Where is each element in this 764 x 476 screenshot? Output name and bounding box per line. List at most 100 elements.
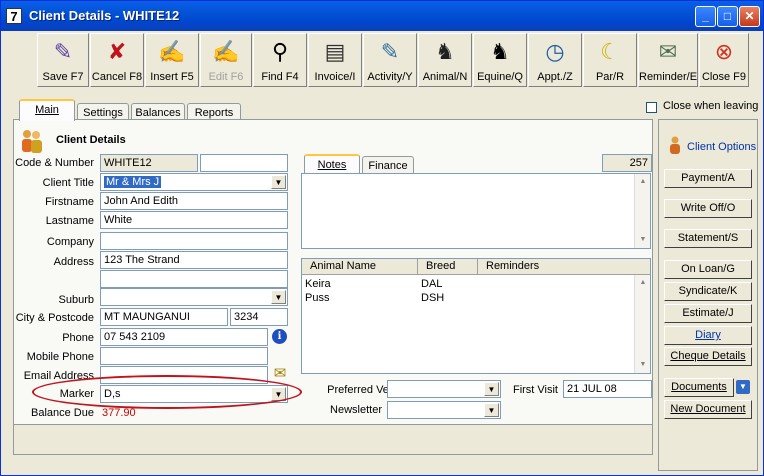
mobile-phone-label: Mobile Phone (26, 351, 94, 363)
par-r-button[interactable]: ☾ Par/R (583, 33, 637, 87)
client-title-label: Client Title (42, 177, 94, 189)
address-line1-field[interactable]: 123 The Strand (100, 251, 288, 269)
first-visit-label: First Visit (512, 384, 558, 396)
minimize-button[interactable]: _ (695, 6, 716, 27)
postcode-field[interactable]: 3234 (230, 308, 288, 326)
tab-main[interactable]: Main (19, 99, 75, 121)
breed-cell: DAL (421, 278, 443, 290)
city-field[interactable]: MT MAUNGANUI (100, 308, 228, 326)
code-field[interactable]: WHITE12 (100, 154, 198, 172)
insert-f5-button[interactable]: ✍ Insert F5 (145, 33, 199, 87)
animals-scrollbar[interactable]: ▲ ▼ (634, 275, 650, 373)
find-f4-button[interactable]: ⚲ Find F4 (253, 33, 307, 87)
statement-button[interactable]: Statement/S (664, 229, 752, 248)
title-bar[interactable]: 7 Client Details - WHITE12 _ □ ✕ (1, 1, 763, 31)
tab-main-label: Main (35, 104, 59, 116)
phone-label: Phone (62, 332, 94, 344)
toolbar-button-label: Appt./Z (537, 71, 573, 83)
horse-icon: ♞ (490, 39, 510, 64)
first-visit-field[interactable]: 21 JUL 08 (563, 380, 652, 398)
email-envelope-icon[interactable]: ✉ (271, 365, 289, 383)
activity-icon: ✎ (380, 39, 400, 64)
newsletter-select[interactable]: ▼ (387, 401, 501, 419)
magnifier-icon: ⚲ (271, 39, 289, 64)
address-line2-field[interactable] (100, 270, 288, 288)
syndicate-button[interactable]: Syndicate/K (664, 282, 752, 301)
chevron-down-icon[interactable]: ▼ (484, 382, 499, 396)
highlight-ellipse (32, 375, 302, 409)
phone-field[interactable]: 07 543 2109 (100, 328, 268, 346)
newsletter-label: Newsletter (330, 404, 382, 416)
column-animal-name[interactable]: Animal Name (302, 259, 418, 275)
chevron-down-icon[interactable]: ▼ (271, 290, 286, 304)
notes-textarea[interactable]: ▲ ▼ (301, 173, 651, 249)
red-x-icon: ✘ (107, 39, 127, 64)
new-document-button[interactable]: New Document (664, 400, 752, 419)
suburb-select[interactable]: ▼ (100, 288, 288, 306)
diary-button[interactable]: Diary (664, 326, 752, 345)
person-icon (668, 136, 682, 154)
close-window-button[interactable]: ✕ (739, 6, 760, 27)
preferred-vet-select[interactable]: ▼ (387, 380, 501, 398)
appt-z-button[interactable]: ◷ Appt./Z (528, 33, 582, 87)
banana-icon: ☾ (600, 39, 620, 64)
write-off-button[interactable]: Write Off/O (664, 199, 752, 218)
column-breed[interactable]: Breed (418, 259, 478, 275)
animal-name-cell: Puss (305, 292, 330, 304)
client-title-select[interactable]: Mr & Mrs J ▼ (100, 173, 288, 191)
scroll-down-arrow-icon[interactable]: ▼ (636, 233, 650, 247)
column-reminders[interactable]: Reminders (478, 259, 634, 275)
firstname-field[interactable]: John And Edith (100, 192, 288, 210)
table-row[interactable]: Puss DSH (305, 292, 635, 306)
table-row[interactable]: Keira DAL (305, 278, 635, 292)
mobile-phone-field[interactable] (100, 347, 268, 365)
animal-n-button[interactable]: ♞ Animal/N (418, 33, 472, 87)
toolbar-button-label: Save F7 (42, 71, 84, 83)
animal-name-cell: Keira (305, 278, 331, 290)
reminder-icon: ✉ (658, 39, 678, 64)
close-f9-button[interactable]: ⊗ Close F9 (699, 33, 749, 87)
city-postcode-label: City & Postcode (15, 312, 94, 324)
lastname-label: Lastname (45, 215, 94, 227)
chevron-down-icon[interactable]: ▼ (271, 175, 286, 189)
breed-cell: DSH (421, 292, 445, 304)
equine-q-button[interactable]: ♞ Equine/Q (473, 33, 527, 87)
animals-table: Animal Name Breed Reminders Keira DAL Pu… (301, 258, 651, 374)
edit-f6-button: ✍ Edit F6 (200, 33, 252, 87)
scroll-up-arrow-icon[interactable]: ▲ (636, 276, 650, 290)
tab-balances-label: Balances (135, 107, 181, 119)
save-f7-button[interactable]: ✎ Save F7 (37, 33, 89, 87)
close-circle-icon: ⊗ (714, 39, 734, 64)
scroll-down-arrow-icon[interactable]: ▼ (636, 358, 650, 372)
estimate-button[interactable]: Estimate/J (664, 304, 752, 323)
close-when-leaving-checkbox[interactable] (646, 102, 657, 113)
main-panel: Client Details Code & Number WHITE12 Cli… (13, 119, 653, 455)
reminder-e-button[interactable]: ✉ Reminder/E (638, 33, 698, 87)
activity-y-button[interactable]: ✎ Activity/Y (363, 33, 417, 87)
toolbar-button-label: Par/R (595, 71, 625, 83)
tab-finance[interactable]: Finance (362, 156, 414, 173)
cancel-f8-button[interactable]: ✘ Cancel F8 (90, 33, 144, 87)
company-label: Company (46, 236, 94, 248)
tab-notes[interactable]: Notes (304, 154, 360, 173)
pencil-paper-icon: ✍ (158, 39, 186, 64)
documents-dropdown-icon[interactable]: ▼ (736, 380, 750, 394)
number-field[interactable] (200, 154, 288, 172)
company-field[interactable] (100, 232, 288, 250)
cheque-details-button[interactable]: Cheque Details (664, 347, 752, 366)
notes-scrollbar[interactable]: ▲ ▼ (634, 174, 650, 248)
address-label: Address (53, 256, 94, 268)
info-icon[interactable]: i (272, 329, 287, 344)
toolbar-button-label: Find F4 (261, 71, 299, 83)
chevron-down-icon[interactable]: ▼ (484, 403, 499, 417)
toolbar-button-label: Activity/Y (367, 71, 413, 83)
toolbar-button-label: Edit F6 (208, 71, 244, 83)
maximize-button[interactable]: □ (717, 6, 738, 27)
scroll-up-arrow-icon[interactable]: ▲ (636, 175, 650, 189)
tab-settings-label: Settings (83, 107, 123, 119)
lastname-field[interactable]: White (100, 211, 288, 229)
on-loan-button[interactable]: On Loan/G (664, 260, 752, 279)
invoice-i-button[interactable]: ▤ Invoice/I (308, 33, 362, 87)
documents-button[interactable]: Documents (664, 378, 734, 397)
payment-button[interactable]: Payment/A (664, 169, 752, 188)
